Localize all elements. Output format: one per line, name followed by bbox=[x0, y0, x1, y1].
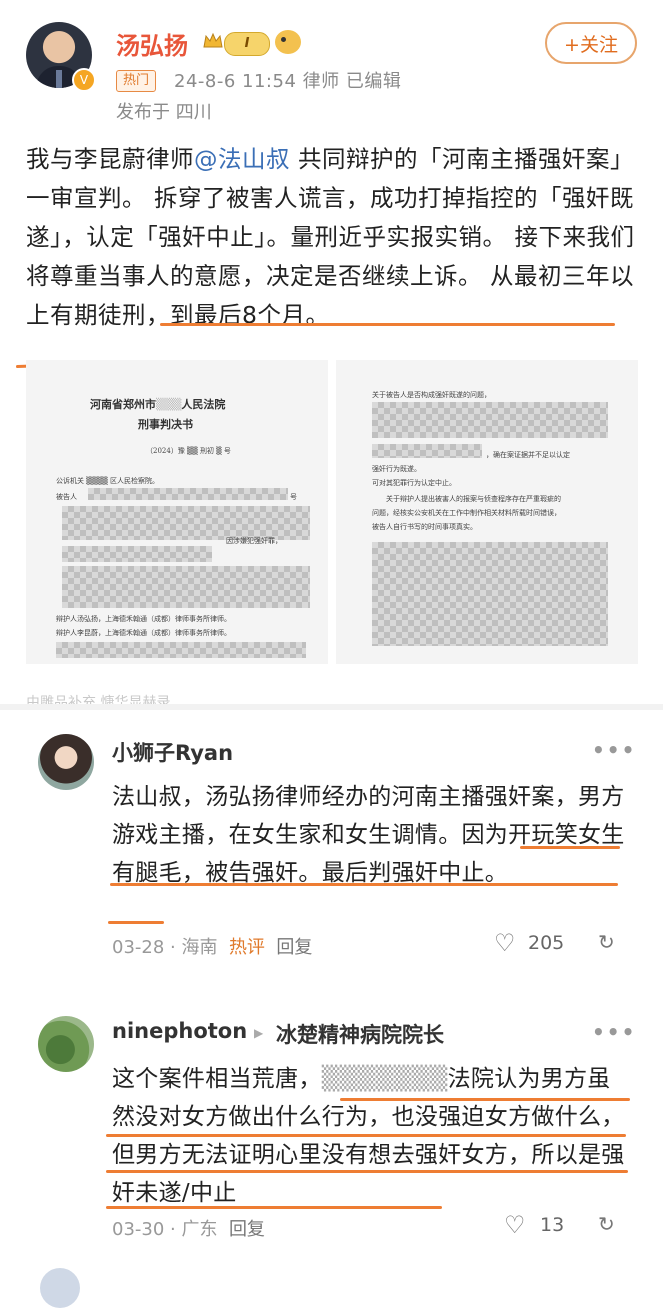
comment-meta: 03-30 · 广东 回复 bbox=[112, 1219, 265, 1240]
highlight-underline bbox=[110, 883, 618, 886]
highlight-underline bbox=[160, 323, 615, 326]
highlight-underline bbox=[106, 1206, 442, 1209]
post-meta: 24-8-6 11:54 律师 已编辑 bbox=[174, 71, 402, 92]
highlight-underline bbox=[340, 1098, 630, 1101]
repost-icon[interactable]: ↻ bbox=[598, 930, 615, 954]
reply-button[interactable]: 回复 bbox=[229, 1219, 265, 1240]
judgment-image-2[interactable]: 关于被告人是否构成强奸既遂的问题， ，确在案证据并不足以认定 强奸行为既遂。 可… bbox=[336, 360, 638, 664]
reply-to-name[interactable]: 冰楚精神病院院长 bbox=[276, 1019, 444, 1049]
highlight-underline bbox=[106, 1134, 626, 1137]
comment-text: 法山叔，汤弘扬律师经办的河南主播强奸案，男方游戏主播，在女生家和女生调情。因为开… bbox=[112, 784, 625, 886]
hot-tag: 热门 bbox=[116, 70, 157, 92]
heart-outline-icon[interactable]: ♡ bbox=[504, 1211, 526, 1239]
section-divider bbox=[0, 704, 663, 710]
comment-avatar[interactable] bbox=[38, 1016, 94, 1072]
post-text-start: 我与李昆蔚律师 bbox=[26, 145, 194, 173]
highlight-underline bbox=[108, 921, 164, 924]
repost-icon[interactable]: ↻ bbox=[598, 1212, 615, 1236]
judgment-image-1[interactable]: 河南省郑州市▒▒▒人民法院 刑事判决书 （2024）豫 ▒▒ 刑初 ▒ 号 公诉… bbox=[26, 360, 328, 664]
more-icon[interactable]: ••• bbox=[592, 1020, 636, 1044]
reply-caret-icon: ▶ bbox=[254, 1026, 264, 1040]
reply-button[interactable]: 回复 bbox=[276, 937, 312, 958]
verified-badge-icon: V bbox=[72, 68, 96, 92]
post-location: 发布于 四川 bbox=[116, 102, 212, 123]
clipped-caption: 由雕品补充 慷华显赫录 bbox=[26, 695, 171, 704]
mention-link[interactable]: @法山叔 bbox=[194, 145, 290, 173]
level-badge: I bbox=[224, 32, 270, 56]
next-comment-avatar bbox=[40, 1268, 80, 1308]
more-icon[interactable]: ••• bbox=[592, 738, 636, 762]
like-count: 205 bbox=[528, 932, 565, 954]
highlight-underline bbox=[106, 1170, 628, 1173]
author-name[interactable]: 汤弘扬 bbox=[116, 26, 188, 61]
like-count: 13 bbox=[540, 1214, 565, 1236]
comment-author[interactable]: ninephoton bbox=[112, 1019, 247, 1043]
follow-button[interactable]: +关注 bbox=[545, 22, 637, 64]
crown-icon bbox=[203, 32, 223, 48]
post-text: 我与李昆蔚律师@法山叔 共同辩护的「河南主播强奸案」一审宣判。 拆穿了被害人谎言… bbox=[26, 140, 638, 335]
comment-avatar[interactable] bbox=[38, 734, 94, 790]
comment-meta: 03-28 · 海南 热评 回复 bbox=[112, 937, 313, 958]
heart-outline-icon[interactable]: ♡ bbox=[494, 929, 516, 957]
highlight-underline bbox=[520, 846, 620, 849]
comment-author[interactable]: 小狮子Ryan bbox=[112, 737, 233, 767]
bird-badge-icon bbox=[275, 30, 301, 54]
